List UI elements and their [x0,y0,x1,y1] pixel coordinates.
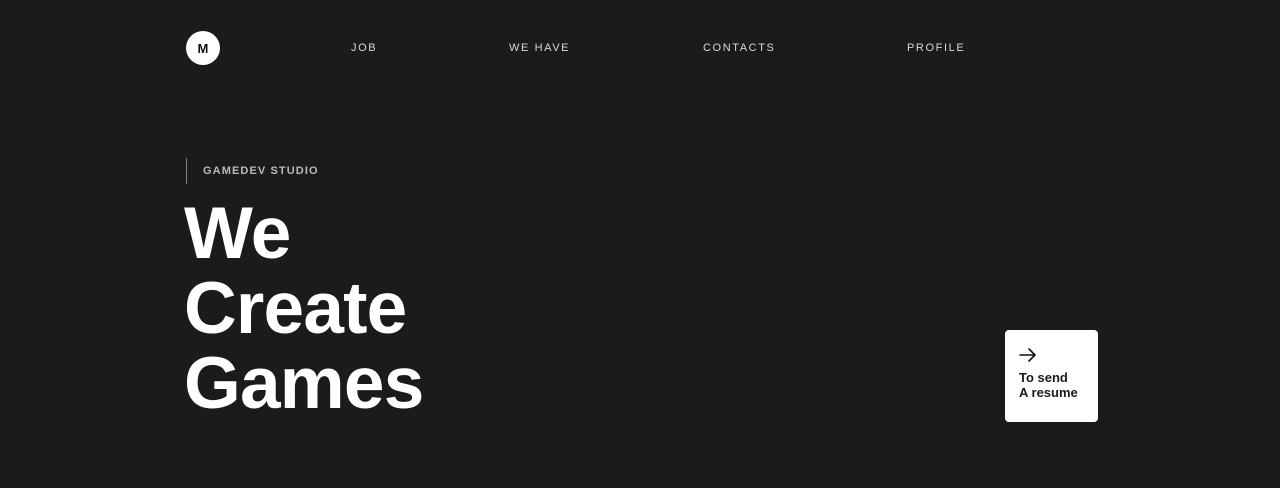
logo[interactable]: M [186,31,220,65]
nav-link-we-have[interactable]: WE HAVE [509,42,570,54]
send-resume-line-2: A resume [1019,385,1078,400]
hero-title: We Create Games [184,196,424,421]
nav-link-profile[interactable]: PROFILE [907,42,965,54]
logo-letter: M [197,40,209,56]
nav-link-contacts[interactable]: CONTACTS [703,42,775,54]
hero-title-line-2: Create [184,268,407,349]
send-resume-button[interactable]: To send A resume [1005,330,1098,422]
send-resume-line-1: To send [1019,370,1068,385]
hero-title-line-3: Games [184,343,424,424]
arrow-right-icon [1019,348,1036,362]
eyebrow: GAMEDEV STUDIO [186,158,319,184]
eyebrow-text: GAMEDEV STUDIO [203,165,319,177]
send-resume-label: To send A resume [1019,370,1088,400]
nav-link-job[interactable]: JOB [351,42,377,54]
hero-title-line-1: We [184,193,291,274]
